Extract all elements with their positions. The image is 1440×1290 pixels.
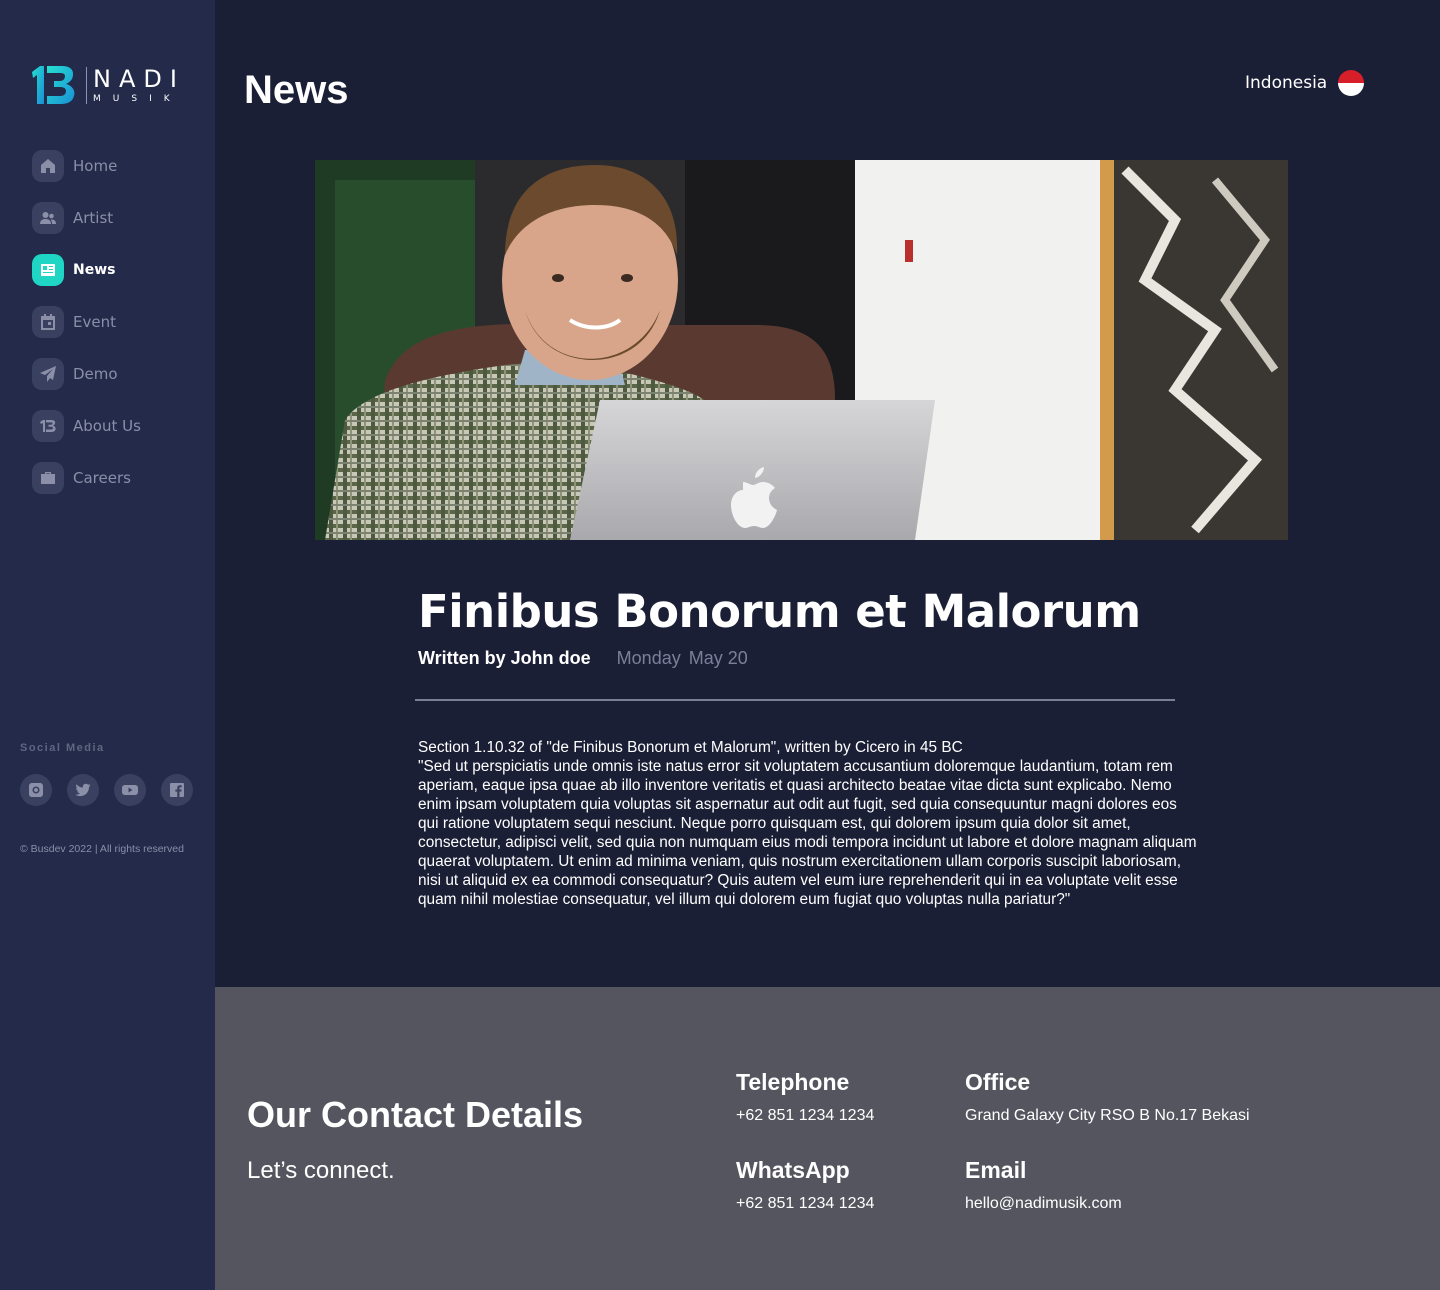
sidebar-item-label: News: [73, 262, 116, 278]
youtube-icon: [122, 785, 138, 795]
logo-sub: MUSIK: [93, 93, 182, 104]
sidebar-nav: Home Artist News Event Demo About Us Car…: [32, 150, 141, 514]
telephone-label: Telephone: [736, 1069, 850, 1095]
article-body-line: Section 1.10.32 of "de Finibus Bonorum e…: [418, 739, 963, 756]
footer-subtitle: Let’s connect.: [247, 1157, 395, 1184]
article-hero-image: [315, 160, 1288, 540]
contact-whatsapp: WhatsApp +62 851 1234 1234: [736, 1159, 874, 1213]
whatsapp-value[interactable]: +62 851 1234 1234: [736, 1195, 874, 1213]
footer-title: Our Contact Details: [247, 1094, 584, 1135]
social-media-title: Social Media: [20, 742, 105, 754]
logo-name: NADI: [93, 64, 185, 93]
logo-text: NADI MUSIK: [86, 64, 185, 104]
contact-email: Email hello@nadimusik.com: [965, 1159, 1122, 1213]
article-author[interactable]: Written by John doe: [418, 648, 591, 669]
sidebar-item-label: Careers: [73, 469, 131, 487]
office-value: Grand Galaxy City RSO B No.17 Bekasi: [965, 1107, 1250, 1124]
office-label: Office: [965, 1069, 1031, 1095]
article-divider: [415, 699, 1175, 701]
indonesia-flag-icon: [1338, 70, 1365, 96]
home-icon: [32, 150, 64, 182]
article-body-paragraph: "Sed ut perspiciatis unde omnis iste nat…: [418, 758, 1197, 908]
article-meta: Written by John doe Monday May 20: [418, 648, 748, 669]
whatsapp-label: WhatsApp: [736, 1157, 850, 1183]
social-links: [20, 774, 193, 806]
instagram-icon: [29, 783, 43, 797]
twitter-link[interactable]: [67, 774, 99, 806]
sidebar-item-home[interactable]: Home: [32, 150, 141, 182]
users-icon: [32, 202, 64, 234]
article-date-value: May 20: [688, 648, 748, 668]
sidebar-item-demo[interactable]: Demo: [32, 358, 141, 390]
youtube-link[interactable]: [114, 774, 146, 806]
sidebar-item-label: Demo: [73, 365, 118, 383]
contact-telephone: Telephone +62 851 1234 1234: [736, 1071, 874, 1125]
brand-logo[interactable]: NADI MUSIK: [30, 62, 185, 108]
article-date: Monday May 20: [617, 648, 748, 669]
briefcase-icon: [32, 462, 64, 494]
logo-mark-icon: [30, 62, 78, 108]
sidebar: NADI MUSIK Home Artist News Event Demo A…: [0, 0, 215, 1290]
sidebar-item-label: Artist: [73, 209, 114, 227]
calendar-icon: [32, 306, 64, 338]
sidebar-item-label: Event: [73, 313, 116, 331]
logo-icon: [32, 410, 64, 442]
contact-office: Office Grand Galaxy City RSO B No.17 Bek…: [965, 1071, 1250, 1125]
sidebar-item-about-us[interactable]: About Us: [32, 410, 141, 442]
twitter-icon: [75, 783, 91, 797]
page-title: News: [244, 68, 349, 112]
sidebar-item-news[interactable]: News: [32, 254, 141, 286]
facebook-icon: [170, 783, 184, 797]
copyright-text: © Busdev 2022 | All rights reserved: [20, 843, 184, 855]
instagram-link[interactable]: [20, 774, 52, 806]
facebook-link[interactable]: [161, 774, 193, 806]
telephone-value[interactable]: +62 851 1234 1234: [736, 1107, 874, 1125]
contact-footer: Our Contact Details Let’s connect. Telep…: [215, 987, 1440, 1290]
article-title: Finibus Bonorum et Malorum: [418, 585, 1141, 638]
sidebar-item-label: Home: [73, 157, 118, 175]
article-body: Section 1.10.32 of "de Finibus Bonorum e…: [418, 738, 1198, 909]
newspaper-icon: [32, 254, 64, 286]
sidebar-item-label: About Us: [73, 417, 141, 435]
sidebar-item-event[interactable]: Event: [32, 306, 141, 338]
email-value[interactable]: hello@nadimusik.com: [965, 1195, 1122, 1213]
email-label: Email: [965, 1157, 1027, 1183]
sidebar-item-artist[interactable]: Artist: [32, 202, 141, 234]
language-label: Indonesia: [1245, 73, 1328, 93]
send-icon: [32, 358, 64, 390]
article-day: Monday: [616, 648, 681, 668]
sidebar-item-careers[interactable]: Careers: [32, 462, 141, 494]
language-selector[interactable]: Indonesia: [1245, 70, 1365, 96]
